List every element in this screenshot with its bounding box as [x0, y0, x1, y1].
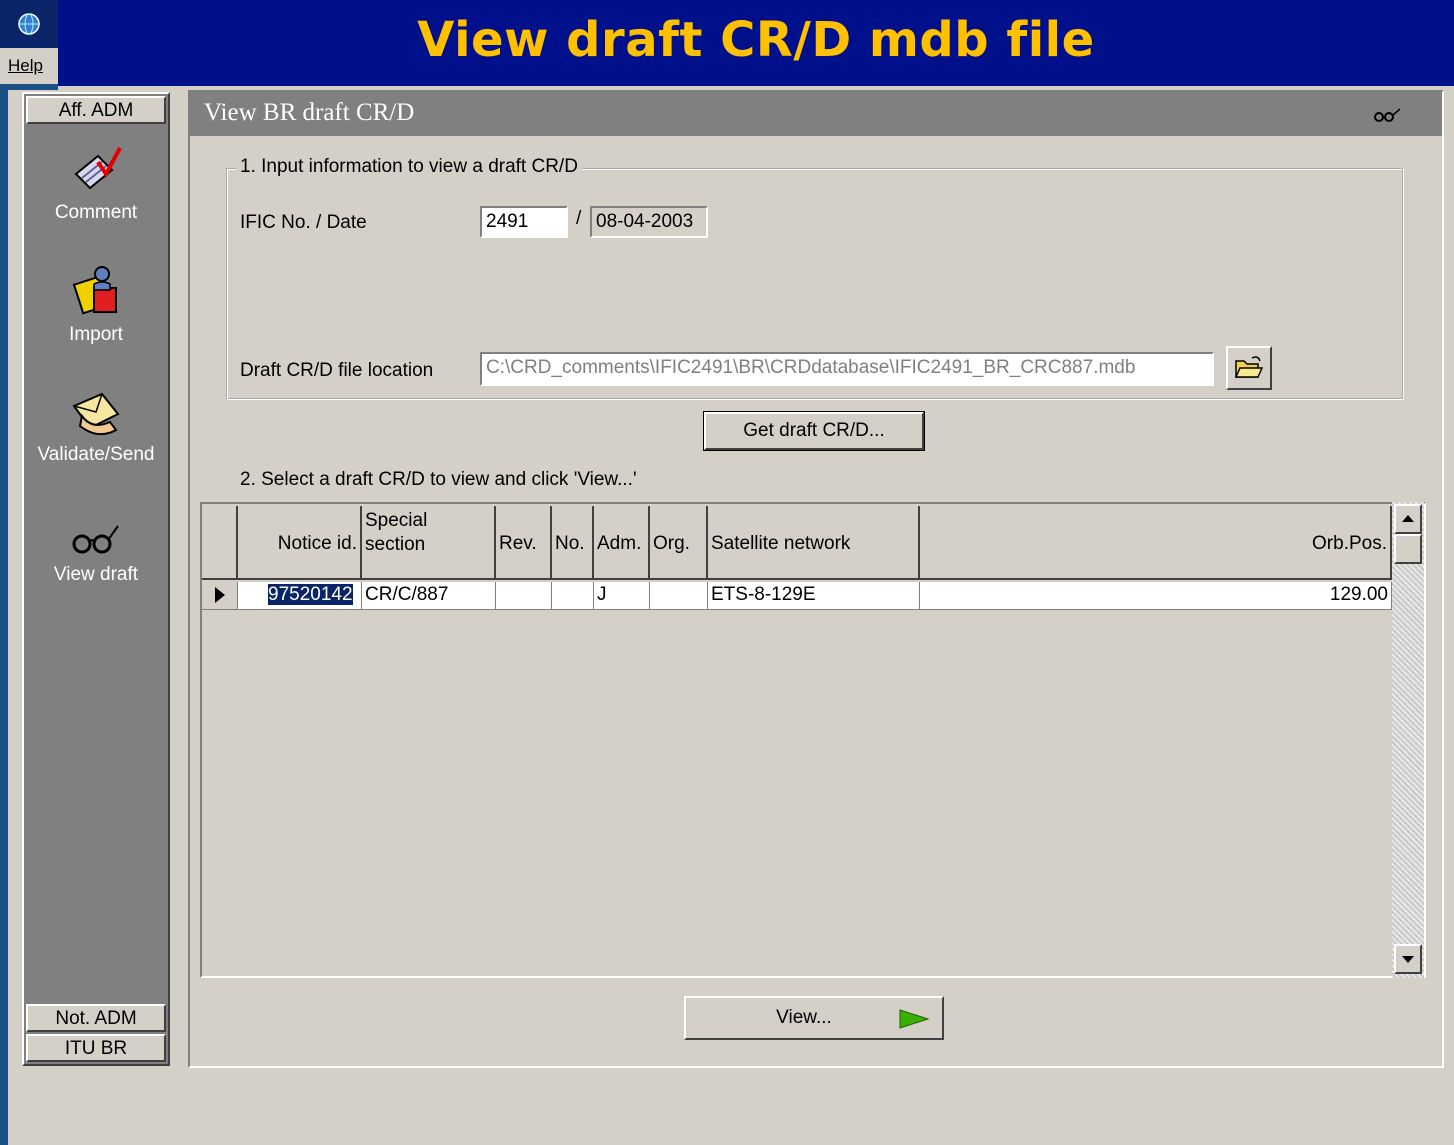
ific-date-field: 08-04-2003: [590, 206, 708, 238]
ific-no-input[interactable]: 2491: [480, 206, 568, 238]
scroll-down-button[interactable]: [1394, 944, 1422, 974]
file-location-field: C:\CRD_comments\IFIC2491\BR\CRDdatabase\…: [480, 352, 1214, 386]
cell-no[interactable]: [552, 582, 594, 610]
app-title-bar: [0, 0, 58, 48]
scroll-thumb[interactable]: [1394, 534, 1422, 564]
scrollbar-track[interactable]: [1392, 502, 1424, 978]
arrow-down-icon: [1402, 956, 1414, 963]
col-special-section[interactable]: Special section: [362, 506, 496, 580]
input-info-legend: 1. Input information to view a draft CR/…: [236, 156, 582, 178]
draft-grid: Notice id. Special section Rev. No. Adm.…: [200, 502, 1426, 978]
get-draft-button[interactable]: Get draft CR/D...: [703, 411, 925, 451]
scroll-up-button[interactable]: [1394, 504, 1422, 534]
cell-org[interactable]: [650, 582, 708, 610]
row-selector[interactable]: [202, 582, 238, 610]
grid-vertical-scrollbar[interactable]: [1392, 502, 1424, 978]
cell-satellite-network[interactable]: ETS-8-129E: [708, 582, 920, 610]
cell-adm[interactable]: J: [594, 582, 650, 610]
cell-notice-id-value: 97520142: [268, 584, 353, 605]
sidebar: Aff. ADM Comment Import Validate/Send Vi…: [22, 92, 170, 1066]
sidebar-item-comment[interactable]: Comment: [24, 144, 168, 224]
col-org[interactable]: Org.: [650, 506, 708, 580]
view-button-label: View...: [776, 1007, 832, 1028]
cell-orb-pos[interactable]: 129.00: [920, 582, 1392, 610]
aff-adm-button[interactable]: Aff. ADM: [26, 96, 166, 124]
row-pointer-icon: [215, 587, 225, 603]
col-no[interactable]: No.: [552, 506, 594, 580]
sidebar-item-label: Import: [69, 324, 123, 345]
view-button[interactable]: View...: [684, 996, 944, 1040]
not-adm-button[interactable]: Not. ADM: [26, 1004, 166, 1032]
play-arrow-icon: [899, 1009, 930, 1029]
file-location-label: Draft CR/D file location: [240, 360, 434, 381]
app-globe-icon: [18, 13, 40, 35]
sidebar-item-view-draft[interactable]: View draft: [24, 518, 168, 586]
itu-br-button[interactable]: ITU BR: [26, 1034, 166, 1062]
col-notice-id[interactable]: Notice id.: [238, 506, 362, 580]
col-adm[interactable]: Adm.: [594, 506, 650, 580]
col-satellite-network[interactable]: Satellite network: [708, 506, 920, 580]
ific-separator: /: [576, 208, 582, 229]
panel-title-bar: View BR draft CR/D: [190, 92, 1442, 136]
panel-title: View BR draft CR/D: [204, 99, 415, 126]
view-glasses-icon: [1374, 108, 1401, 122]
cell-rev[interactable]: [496, 582, 552, 610]
open-folder-icon: [1234, 356, 1264, 378]
col-rev[interactable]: Rev.: [496, 506, 552, 580]
sidebar-item-label: Validate/Send: [37, 444, 155, 465]
glasses-icon: [72, 525, 119, 554]
col-orb-pos[interactable]: Orb.Pos.: [920, 506, 1392, 580]
slide-banner-title: View draft CR/D mdb file: [58, 0, 1454, 86]
menu-bar: Help: [0, 48, 58, 84]
cell-notice-id[interactable]: 97520142: [238, 582, 362, 610]
browse-folder-button[interactable]: [1226, 346, 1272, 390]
ific-label: IFIC No. / Date: [240, 212, 367, 233]
sidebar-item-label: Comment: [54, 202, 138, 223]
import-icon: [72, 266, 117, 315]
section2-label: 2. Select a draft CR/D to view and click…: [240, 469, 637, 490]
sidebar-item-validate-send[interactable]: Validate/Send: [24, 386, 168, 466]
arrow-up-icon: [1402, 515, 1414, 522]
menu-help[interactable]: Help: [8, 56, 43, 76]
validate-send-icon: [72, 392, 120, 436]
cell-special-section[interactable]: CR/C/887: [362, 582, 496, 610]
grid-row-header-col: [202, 506, 238, 580]
sidebar-item-import[interactable]: Import: [24, 262, 168, 346]
comment-icon: [74, 147, 122, 190]
sidebar-item-label: View draft: [53, 564, 139, 585]
